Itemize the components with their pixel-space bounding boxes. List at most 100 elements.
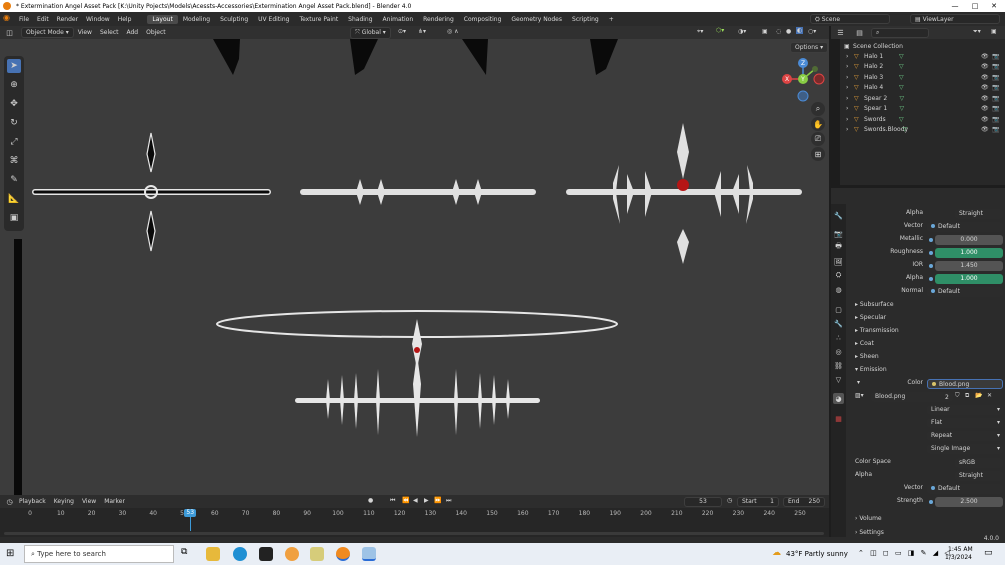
render-camera-icon[interactable]: 📷 xyxy=(992,116,999,123)
tab-uv-editing[interactable]: UV Editing xyxy=(253,15,294,24)
cursor-tool-icon[interactable]: ⊕ xyxy=(7,78,21,92)
editor-type-icon[interactable]: ◫ xyxy=(4,27,15,38)
output-tab-icon[interactable]: 🖶 xyxy=(833,242,844,253)
object-mode-dropdown[interactable]: Object Mode ▾ xyxy=(21,27,74,38)
menu-window[interactable]: Window xyxy=(82,16,114,23)
render-camera-icon[interactable]: 📷 xyxy=(992,74,999,81)
xray-icon[interactable]: ▣ xyxy=(762,28,768,35)
close-button[interactable]: ✕ xyxy=(984,0,1004,12)
visibility-eye-icon[interactable]: 👁 xyxy=(981,116,989,123)
open-folder-icon[interactable]: 📂 xyxy=(975,392,982,399)
menu-select[interactable]: Select xyxy=(96,29,123,36)
roughness-field[interactable]: 1.000 xyxy=(935,248,1003,258)
visibility-eye-icon[interactable]: 👁 xyxy=(981,84,989,91)
menu-timeline-view[interactable]: View xyxy=(78,498,100,505)
add-cube-tool-icon[interactable]: ▣ xyxy=(7,211,21,225)
perspective-grid-icon[interactable]: ⊞ xyxy=(811,147,825,161)
section-transmission[interactable]: ▸ Transmission xyxy=(855,327,899,334)
proportional-edit-icon[interactable]: ◎ ∧ xyxy=(447,28,459,35)
render-camera-icon[interactable]: 📷 xyxy=(992,105,999,112)
modifiers-tab-icon[interactable]: 🔧 xyxy=(833,318,844,329)
expand-arrow-icon[interactable]: › xyxy=(846,105,848,112)
vector-2-field[interactable]: Default xyxy=(927,484,1003,494)
projection-select[interactable]: Flat ▾ xyxy=(927,418,1003,428)
strength-field[interactable]: 2.500 xyxy=(935,497,1003,507)
new-collection-icon[interactable]: ▣ xyxy=(991,28,997,35)
expand-arrow-icon[interactable]: › xyxy=(846,63,848,70)
clock-date[interactable]: 1/3/2024 xyxy=(945,554,972,561)
constraints-tab-icon[interactable]: ⛓ xyxy=(833,360,844,371)
display-mode-icon[interactable]: ▤ xyxy=(854,27,865,38)
measure-tool-icon[interactable]: 📐 xyxy=(7,192,21,206)
unlink-icon[interactable]: ✕ xyxy=(987,392,992,399)
outliner-item-halo-1[interactable]: › ▽ Halo 1 ▽ 👁 📷 xyxy=(840,51,1005,61)
shading-wireframe-icon[interactable]: ◌ xyxy=(776,28,781,35)
expand-arrow-icon[interactable]: › xyxy=(846,126,848,133)
menu-file[interactable]: File xyxy=(15,16,33,23)
notification-icon[interactable]: ▭ xyxy=(984,548,993,558)
section-specular[interactable]: ▸ Specular xyxy=(855,314,886,321)
tab-layout[interactable]: Layout xyxy=(147,14,178,24)
tab-animation[interactable]: Animation xyxy=(378,15,419,24)
ior-field[interactable]: 1.450 xyxy=(935,261,1003,271)
zoom-icon[interactable]: ⌕ xyxy=(811,102,825,116)
outliner-item-spear-2[interactable]: › ▽ Spear 2 ▽ 👁 📷 xyxy=(840,93,1005,103)
texture-tab-icon[interactable]: ▦ xyxy=(833,413,844,424)
alpha-mode-select[interactable]: Straight xyxy=(955,209,1003,219)
expand-chevron-icon[interactable]: ▾ xyxy=(857,379,860,386)
pan-hand-icon[interactable]: ✋ xyxy=(811,117,825,131)
app-window-icon[interactable] xyxy=(362,547,376,561)
visibility-eye-icon[interactable]: 👁 xyxy=(981,95,989,102)
shading-material-icon[interactable]: ◐ xyxy=(796,27,804,34)
section-volume[interactable]: › Volume xyxy=(855,515,882,522)
play-reverse-icon[interactable]: ◀ xyxy=(413,497,418,504)
maximize-button[interactable]: □ xyxy=(965,0,985,12)
gizmo-toggle-icon[interactable]: ⬡▾ xyxy=(716,27,724,34)
menu-object[interactable]: Object xyxy=(142,29,170,36)
play-icon[interactable]: ▶ xyxy=(424,497,429,504)
timeline-scrollbar[interactable] xyxy=(4,532,824,535)
image-users-count[interactable]: 2 xyxy=(945,394,949,401)
move-tool-icon[interactable]: ✥ xyxy=(7,97,21,111)
blender-active-icon[interactable] xyxy=(336,547,350,561)
tab-sculpting[interactable]: Sculpting xyxy=(215,15,253,24)
section-settings[interactable]: › Settings xyxy=(855,529,884,536)
visibility-eye-icon[interactable]: 👁 xyxy=(981,63,989,70)
view-layer-selector[interactable]: ▤ ViewLayer xyxy=(910,14,1000,24)
expand-arrow-icon[interactable]: › xyxy=(846,116,848,123)
file-explorer-icon[interactable] xyxy=(206,547,220,561)
jump-end-icon[interactable]: ⏭ xyxy=(446,497,451,505)
taskbar-search-box[interactable]: ⌕ Type here to search xyxy=(24,545,174,563)
outliner-item-swords[interactable]: › ▽ Swords ▽ 👁 📷 xyxy=(840,114,1005,124)
weather-icon[interactable]: ☁ xyxy=(772,548,781,558)
outliner-item-swords-bloody[interactable]: › ▽ Swords.Bloody ▽ 👁 📷 xyxy=(840,125,1005,135)
task-view-icon[interactable]: ⧉ xyxy=(181,547,195,561)
rotate-tool-icon[interactable]: ↻ xyxy=(7,116,21,130)
object-tab-icon[interactable]: ▢ xyxy=(833,304,844,315)
menu-keying[interactable]: Keying xyxy=(50,498,78,505)
tab-shading[interactable]: Shading xyxy=(343,15,377,24)
pivot-icon[interactable]: ⊙▾ xyxy=(398,28,406,35)
prev-key-icon[interactable]: ⏪ xyxy=(402,497,409,504)
section-sheen[interactable]: ▸ Sheen xyxy=(855,353,879,360)
visibility-eye-icon[interactable]: 👁 xyxy=(981,126,989,133)
3d-viewport[interactable]: X Y Z Options ▾ ⌕ ✋ ⎚ ⊞ xyxy=(0,39,829,495)
outliner-item-halo-2[interactable]: › ▽ Halo 2 ▽ 👁 📷 xyxy=(840,62,1005,72)
tab-compositing[interactable]: Compositing xyxy=(459,15,507,24)
render-camera-icon[interactable]: 📷 xyxy=(992,126,999,133)
render-tab-icon[interactable]: 📷 xyxy=(833,228,844,239)
tab-rendering[interactable]: Rendering xyxy=(418,15,459,24)
scene-collection-row[interactable]: ▣ Scene Collection xyxy=(840,41,1005,51)
menu-playback[interactable]: Playback xyxy=(15,498,50,505)
interpolation-select[interactable]: Linear ▾ xyxy=(927,405,1003,415)
windows-start-icon[interactable]: ⊞ xyxy=(6,548,18,560)
unity-icon[interactable] xyxy=(259,547,273,561)
view-layer-tab-icon[interactable]: 🖼 xyxy=(833,256,844,267)
image-name-field[interactable]: Blood.png xyxy=(871,392,953,402)
menu-edit[interactable]: Edit xyxy=(33,16,53,23)
particles-tab-icon[interactable]: ∴ xyxy=(833,332,844,343)
blender-menu-icon[interactable]: ◉ xyxy=(3,13,15,25)
expand-arrow-icon[interactable]: › xyxy=(846,84,848,91)
tab-scripting[interactable]: Scripting xyxy=(567,15,604,24)
app-icon[interactable] xyxy=(310,547,324,561)
